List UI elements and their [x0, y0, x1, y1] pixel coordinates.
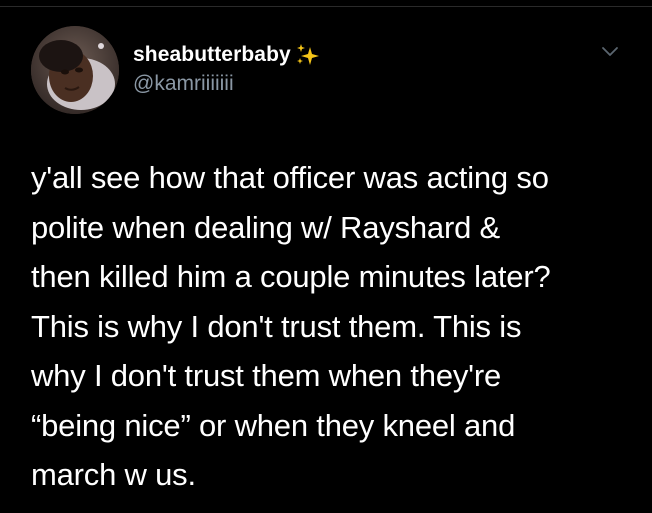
tweet-text-line: This is why I don't trust them. This is	[31, 308, 522, 344]
chevron-down-icon[interactable]	[598, 40, 622, 64]
tweet-text-line: then killed him a couple minutes later?	[31, 259, 551, 294]
tweet-text-line: “being nice” or when they kneel and	[31, 407, 516, 443]
avatar-image	[31, 26, 119, 114]
avatar[interactable]	[31, 26, 119, 114]
sparkles-icon	[295, 42, 321, 68]
tweet-text-line: march w us.	[31, 457, 196, 492]
tweet-card: sheabutterbaby @kamriiiiiii y'all see ho…	[0, 0, 652, 513]
display-name[interactable]: sheabutterbaby	[133, 43, 291, 67]
name-row: sheabutterbaby	[133, 40, 321, 70]
user-handle[interactable]: @kamriiiiiii	[133, 72, 234, 96]
tweet-text-line: polite when dealing w/ Rayshard &	[31, 209, 501, 245]
tweet-text: y'all see how that officer was acting so…	[31, 153, 631, 500]
tweet-text-line: y'all see how that officer was acting so	[31, 160, 549, 195]
tweet-text-line: why I don't trust them when they're	[31, 358, 502, 393]
